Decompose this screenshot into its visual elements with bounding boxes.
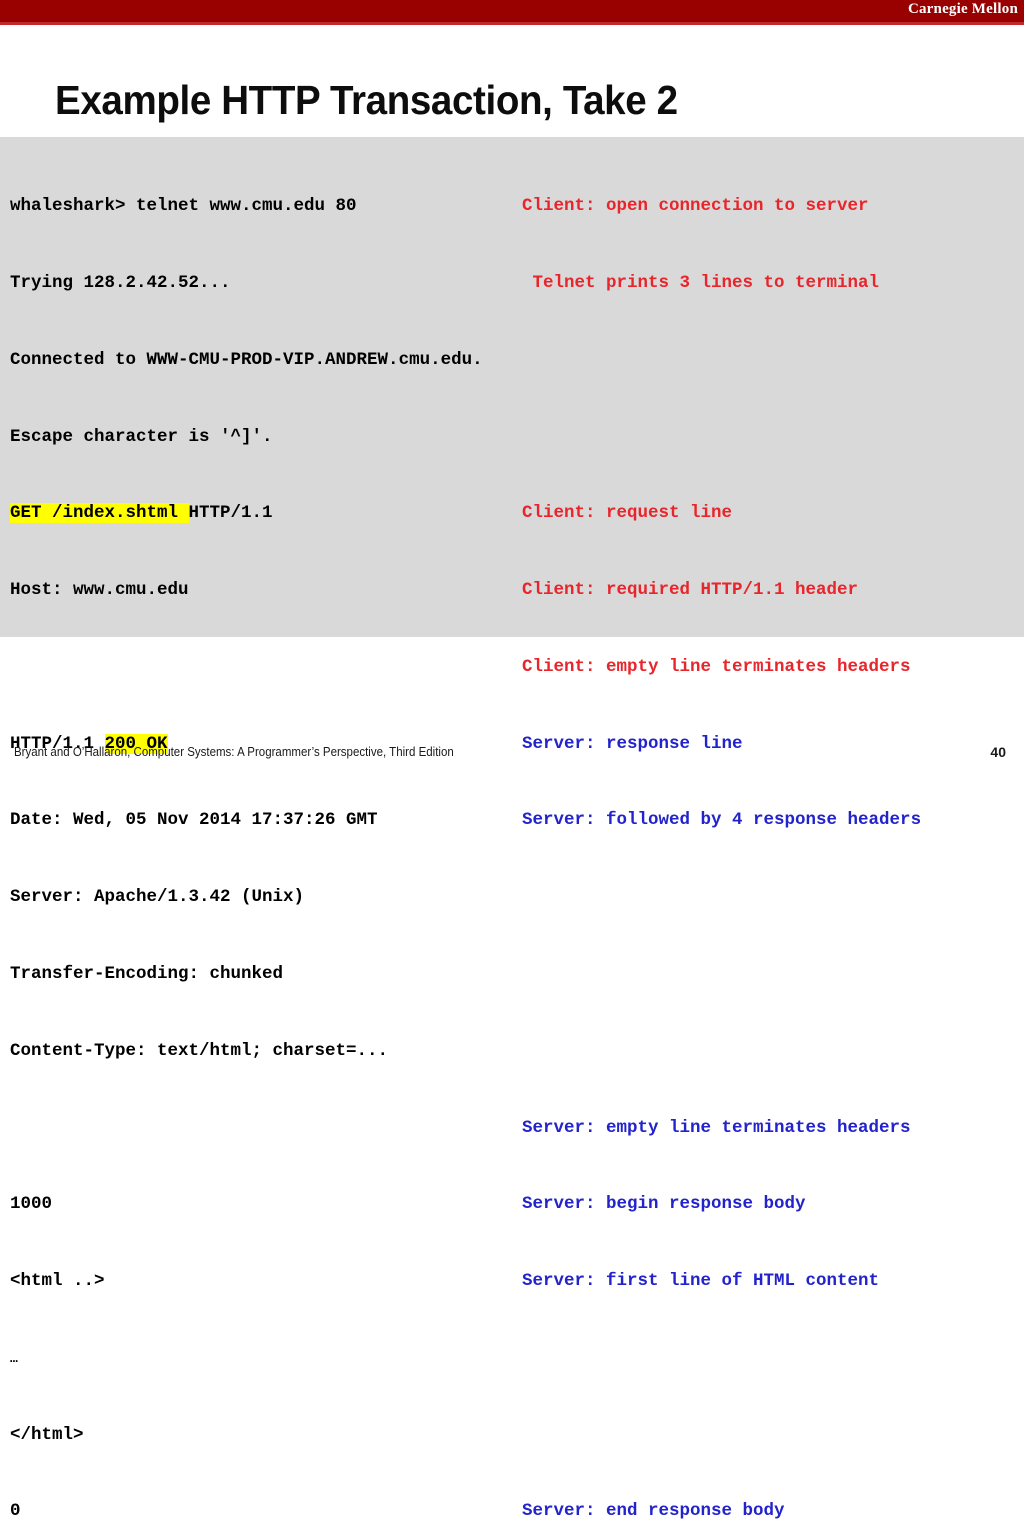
annotation-blank-line [522,885,921,911]
annotation-client: Client: required HTTP/1.1 header [522,580,859,601]
terminal-line: Server: Apache/1.3.42 (Unix) [10,887,305,908]
terminal-line: </html> [10,1424,84,1445]
annotation-client: Client: request line [522,503,733,524]
annotation-blank-line [522,962,921,988]
terminal-line: <html ..> [10,1271,105,1292]
annotation-column: Client: open connection to server Telnet… [522,143,921,1536]
annotation-server: Server: empty line terminates headers [522,1117,911,1138]
annotation-blank-line [522,1423,921,1449]
terminal-line: Trying 128.2.42.52... [10,272,231,293]
annotation-server: Server: first line of HTML content [522,1271,880,1292]
annotation-blank-line [522,425,921,451]
code-panel: whaleshark> telnet www.cmu.edu 80 Trying… [0,137,1024,1521]
brand-bar-underline [0,22,1024,25]
annotation-client: Client: open connection to server [522,196,869,217]
terminal-line: Host: www.cmu.edu [10,580,189,601]
annotation-server: Server: end response body [522,1501,785,1522]
highlight-request-line: GET /index.shtml [10,503,189,524]
annotation-blank-line [522,1039,921,1065]
request-version: HTTP/1.1 [188,503,273,524]
carnegie-mellon-logo-text: Carnegie Mellon [907,1,1018,17]
annotation-client: Client: empty line terminates headers [522,656,911,677]
page-number: 40 [990,744,1006,760]
annotation-telnet: Telnet prints 3 lines to terminal [522,272,880,293]
terminal-line-request: GET /index.shtml HTTP/1.1 [10,501,483,527]
brand-bar [0,0,1024,22]
terminal-line: 1000 [10,1194,53,1215]
terminal-line: 0 [10,1501,21,1522]
terminal-line: Content-Type: text/html; charset=... [10,1040,389,1061]
terminal-transcript: whaleshark> telnet www.cmu.edu 80 Trying… [10,143,483,1536]
annotation-server: Server: followed by 4 response headers [522,810,922,831]
annotation-server: Server: response line [522,733,743,754]
annotation-blank-line [522,348,921,374]
terminal-line: whaleshark> telnet www.cmu.edu 80 [10,196,357,217]
terminal-line-ellipsis: … [10,1350,19,1366]
terminal-line: Transfer-Encoding: chunked [10,964,284,984]
annotation-server: Server: begin response body [522,1194,806,1215]
footer-citation: Bryant and O’Hallaron, Computer Systems:… [14,745,454,759]
page-title: Example HTTP Transaction, Take 2 [55,77,678,124]
terminal-line: Date: Wed, 05 Nov 2014 17:37:26 GMT [10,810,378,831]
terminal-line: Escape character is '^]'. [10,426,273,447]
annotation-blank-line [522,1346,921,1372]
terminal-line: Connected to WWW-CMU-PROD-VIP.ANDREW.cmu… [10,349,483,370]
